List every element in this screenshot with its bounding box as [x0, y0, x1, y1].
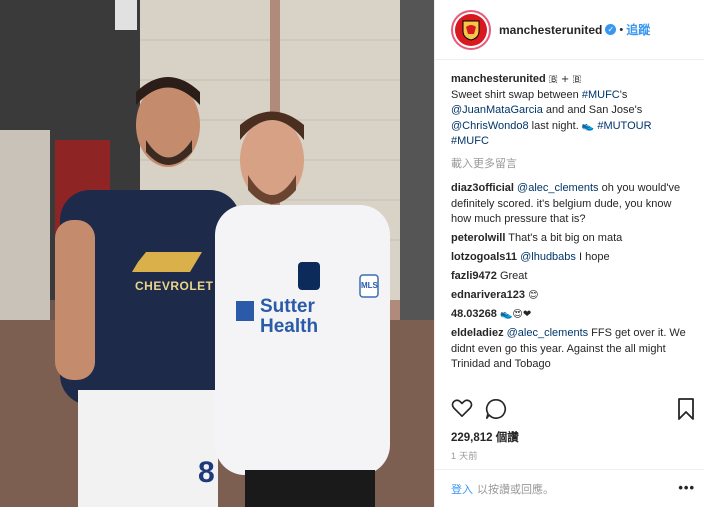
comment: peterolwill That's a bit big on mata — [451, 231, 691, 247]
load-more-comments[interactable]: 載入更多留言 — [451, 157, 691, 173]
comment-mention[interactable]: @lhudbabs — [520, 251, 576, 263]
comment-username[interactable]: 48.03268 — [451, 308, 497, 320]
comment-username[interactable]: fazli9472 — [451, 270, 497, 282]
comment-username[interactable]: diaz3official — [451, 182, 514, 194]
post-timestamp[interactable]: 1 天前 — [451, 449, 478, 462]
comment: eldeladiez @alec_clements FFS get over i… — [451, 326, 691, 373]
hashtag-mufc-2[interactable]: #MUFC — [451, 135, 489, 147]
comment-text: I hope — [575, 251, 610, 263]
comment-text: 👟😍❤ — [499, 309, 532, 320]
comment: lotzogoals11 @lhudbabs I hope — [451, 250, 691, 266]
comment: diaz3official @alec_clements oh you woul… — [451, 181, 691, 228]
mention-chriswondo[interactable]: @ChrisWondo8 — [451, 120, 529, 132]
comment-mention[interactable]: @alec_clements — [517, 182, 598, 194]
header-separator: • — [619, 23, 624, 36]
comment-text: Great — [499, 270, 528, 282]
comment: ednarivera123 😊 — [451, 288, 691, 304]
shoe-emoji: 👟 — [581, 120, 595, 132]
comment: 48.03268 👟😍❤ — [451, 307, 691, 323]
post-side-panel: manchesterunited ✓ • 追蹤 manchesterunited… — [434, 0, 704, 507]
right-shirt-text-2: Health — [260, 316, 319, 337]
comment-mention[interactable]: @alec_clements — [507, 327, 588, 339]
comment-username[interactable]: lotzogoals11 — [451, 251, 517, 263]
likes-count[interactable]: 229,812 個讚 — [451, 429, 519, 445]
post-photo[interactable]: CHEVROLET 8 Sutter Health MLS — [0, 0, 434, 507]
caption-text-3: and and San Jose's — [542, 104, 643, 116]
post-caption: manchesterunited 🇧 + 🇧 Sweet shirt swap … — [451, 72, 691, 150]
left-shorts-number: 8 — [198, 456, 215, 489]
caption-username[interactable]: manchesterunited — [451, 73, 546, 85]
more-options-icon[interactable]: ••• — [678, 480, 695, 495]
login-link[interactable]: 登入 — [451, 481, 473, 497]
hashtag-mutour[interactable]: #MUTOUR — [597, 120, 651, 132]
instagram-post: CHEVROLET 8 Sutter Health MLS manchester… — [0, 0, 704, 507]
header-username[interactable]: manchesterunited — [499, 23, 602, 37]
left-shirt-sponsor: CHEVROLET — [135, 279, 214, 293]
caption-text-1: Sweet shirt swap between — [451, 88, 582, 101]
comment-icon[interactable] — [485, 398, 507, 423]
login-prompt-text: 以按讚或回應。 — [477, 483, 554, 496]
avatar[interactable] — [451, 9, 491, 50]
follow-button[interactable]: 追蹤 — [626, 21, 650, 38]
caption-text-2: 's — [619, 88, 628, 101]
comment-username[interactable]: ednarivera123 — [451, 289, 525, 301]
post-footer: 登入 以按讚或回應。 ••• — [435, 469, 704, 507]
post-header: manchesterunited ✓ • 追蹤 — [435, 0, 704, 60]
comment-username[interactable]: peterolwill — [451, 232, 505, 244]
photo-illustration — [0, 0, 434, 507]
caption-badge: 🇧 + 🇧 — [548, 74, 582, 85]
right-shirt-text-1: Sutter — [260, 296, 315, 317]
comment-username[interactable]: eldeladiez — [451, 327, 504, 339]
bookmark-icon[interactable] — [677, 398, 695, 423]
right-sleeve-badge: MLS — [361, 281, 378, 290]
comment: fazli9472 Great — [451, 269, 691, 285]
comment-text: 😊 — [528, 290, 539, 301]
action-bar — [451, 396, 695, 424]
caption-text-4: last night. — [528, 119, 582, 132]
comments-list[interactable]: manchesterunited 🇧 + 🇧 Sweet shirt swap … — [451, 72, 691, 392]
comment-text: That's a bit big on mata — [508, 232, 623, 244]
verified-icon: ✓ — [605, 24, 617, 35]
mention-juanmata[interactable]: @JuanMataGarcia — [451, 104, 543, 116]
hashtag-mufc[interactable]: #MUFC — [582, 89, 620, 101]
manchester-united-crest-icon — [455, 13, 487, 46]
heart-icon[interactable] — [451, 398, 473, 421]
